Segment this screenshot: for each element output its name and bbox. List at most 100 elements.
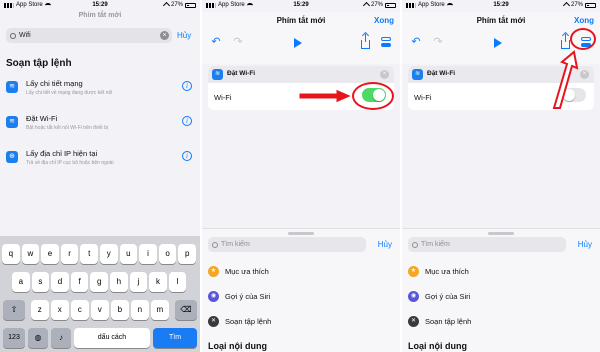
siri-icon: ◉ [408, 290, 419, 302]
key-a[interactable]: a [12, 272, 30, 292]
panel-action-search: App Store 15:29 27% Phím tắt mới Wifi × … [0, 0, 200, 352]
key-q[interactable]: q [2, 244, 20, 264]
redo-icon: ↷ [433, 36, 443, 48]
library-item-siri[interactable]: ◉ Gợi ý của Siri [208, 288, 270, 304]
action-row-get-network-details[interactable]: ≋ Lấy chi tiết mạng Lấy chi tiết về mạng… [6, 78, 196, 106]
keyboard-row-4: 123 ◍ ♪ dấu cách Tìm [0, 328, 200, 350]
globe-icon: ⊕ [6, 151, 18, 163]
key-b[interactable]: b [111, 300, 129, 320]
shift-key[interactable]: ⇧ [3, 300, 25, 320]
info-icon[interactable]: i [182, 116, 192, 126]
search-key[interactable]: Tìm [153, 328, 197, 348]
action-subtitle: Trả về địa chỉ IP cục bộ hoặc bên ngoài [26, 160, 114, 166]
script-icon: ✕ [208, 315, 219, 327]
battery-percent: 27% [370, 2, 383, 8]
search-placeholder: Tìm kiếm [221, 241, 250, 248]
key-f[interactable]: f [70, 272, 89, 292]
library-item-label: Gợi ý của Siri [225, 291, 271, 301]
battery-percent: 27% [570, 2, 583, 8]
info-icon[interactable]: i [182, 151, 192, 161]
annotation-arrow-right [298, 88, 354, 104]
key-i[interactable]: i [139, 244, 157, 264]
share-icon[interactable] [361, 34, 370, 49]
library-search-input[interactable]: Tìm kiếm [208, 237, 366, 252]
section-content-types: Loại nội dung [208, 341, 267, 351]
library-item-favorites[interactable]: ★ Mục ưa thích [408, 263, 469, 279]
delete-key[interactable]: ⌫ [175, 300, 197, 320]
key-c[interactable]: c [71, 300, 89, 320]
remove-action-icon[interactable]: × [380, 70, 389, 79]
action-library: Tìm kiếm Hủy ★ Mục ưa thích ◉ Gợi ý của Si… [402, 228, 600, 352]
key-p[interactable]: p [178, 244, 196, 264]
action-card-title: Đặt Wi-Fi [227, 70, 256, 77]
battery-percent: 27% [170, 2, 183, 8]
library-cancel-button[interactable]: Hủy [378, 240, 392, 249]
battery-icon [585, 2, 596, 8]
key-e[interactable]: e [41, 244, 59, 264]
key-j[interactable]: j [129, 272, 148, 292]
key-v[interactable]: v [91, 300, 109, 320]
clear-search-icon[interactable]: × [160, 31, 169, 40]
library-item-favorites[interactable]: ★ Mục ưa thích [208, 263, 269, 279]
library-item-label: Mục ưa thích [225, 266, 269, 276]
numbers-key[interactable]: 123 [3, 328, 25, 348]
key-z[interactable]: z [31, 300, 49, 320]
key-m[interactable]: m [151, 300, 169, 320]
wifi-param-label: Wi-Fi [414, 93, 432, 102]
settings-toggle-icon[interactable] [380, 36, 392, 48]
key-r[interactable]: r [60, 244, 79, 264]
key-s[interactable]: s [31, 272, 50, 292]
drag-handle[interactable] [288, 232, 314, 235]
action-row-get-ip-address[interactable]: ⊕ Lấy địa chỉ IP hiện tại Trả về địa chỉ… [6, 148, 196, 176]
key-d[interactable]: d [51, 272, 69, 292]
library-search-input[interactable]: Tìm kiếm [408, 237, 566, 252]
undo-icon[interactable]: ↶ [410, 36, 422, 48]
action-title: Đặt Wi-Fi [26, 114, 58, 123]
space-key[interactable]: dấu cách [74, 328, 150, 348]
keyboard: qwertyuiop asdfghjkl ⇧ ⌫ zxcvbnm 123 ◍ ♪… [0, 236, 200, 352]
library-item-scripting[interactable]: ✕ Soạn tập lệnh [208, 313, 271, 329]
library-item-label: Soạn tập lệnh [425, 316, 472, 326]
key-x[interactable]: x [51, 300, 69, 320]
drag-handle[interactable] [488, 232, 514, 235]
search-value: Wifi [19, 32, 31, 39]
status-bar: App Store 15:29 27% [202, 0, 400, 10]
star-icon: ★ [408, 265, 419, 277]
key-n[interactable]: n [131, 300, 149, 320]
key-h[interactable]: h [110, 272, 128, 292]
key-w[interactable]: w [21, 244, 40, 264]
search-icon [10, 32, 16, 39]
search-input[interactable]: Wifi × [6, 28, 172, 43]
library-item-label: Soạn tập lệnh [225, 316, 272, 326]
key-o[interactable]: o [158, 244, 177, 264]
library-item-siri[interactable]: ◉ Gợi ý của Siri [408, 288, 470, 304]
done-button[interactable]: Xong [374, 16, 394, 25]
screenshot-collage: App Store 15:29 27% Phím tắt mới Wifi × … [0, 0, 600, 352]
library-item-scripting[interactable]: ✕ Soạn tập lệnh [408, 313, 471, 329]
wifi-icon: ≋ [412, 69, 423, 80]
done-button[interactable]: Xong [574, 16, 594, 25]
microphone-key-icon[interactable]: ♪ [51, 328, 71, 348]
search-placeholder: Tìm kiếm [421, 241, 450, 248]
section-title: Soạn tập lệnh [6, 58, 72, 69]
script-icon: ✕ [408, 315, 419, 327]
key-k[interactable]: k [149, 272, 167, 292]
share-icon[interactable] [561, 34, 570, 49]
key-t[interactable]: t [80, 244, 98, 264]
cancel-button[interactable]: Hủy [177, 31, 191, 40]
undo-icon[interactable]: ↶ [210, 36, 222, 48]
play-icon[interactable] [294, 38, 302, 48]
keyboard-row-3: ⇧ ⌫ zxcvbnm [0, 300, 200, 322]
info-icon[interactable]: i [182, 81, 192, 91]
library-cancel-button[interactable]: Hủy [578, 240, 592, 249]
library-item-label: Mục ưa thích [425, 266, 469, 276]
key-u[interactable]: u [119, 244, 138, 264]
globe-key-icon[interactable]: ◍ [28, 328, 48, 348]
key-y[interactable]: y [100, 244, 118, 264]
play-icon[interactable] [494, 38, 502, 48]
action-row-set-wifi[interactable]: ≋ Đặt Wi-Fi Bật hoặc tắt kết nối Wi-Fi t… [6, 113, 196, 141]
key-l[interactable]: l [168, 272, 187, 292]
remove-action-icon[interactable]: × [580, 70, 589, 79]
action-card-title: Đặt Wi-Fi [427, 70, 456, 77]
key-g[interactable]: g [90, 272, 108, 292]
